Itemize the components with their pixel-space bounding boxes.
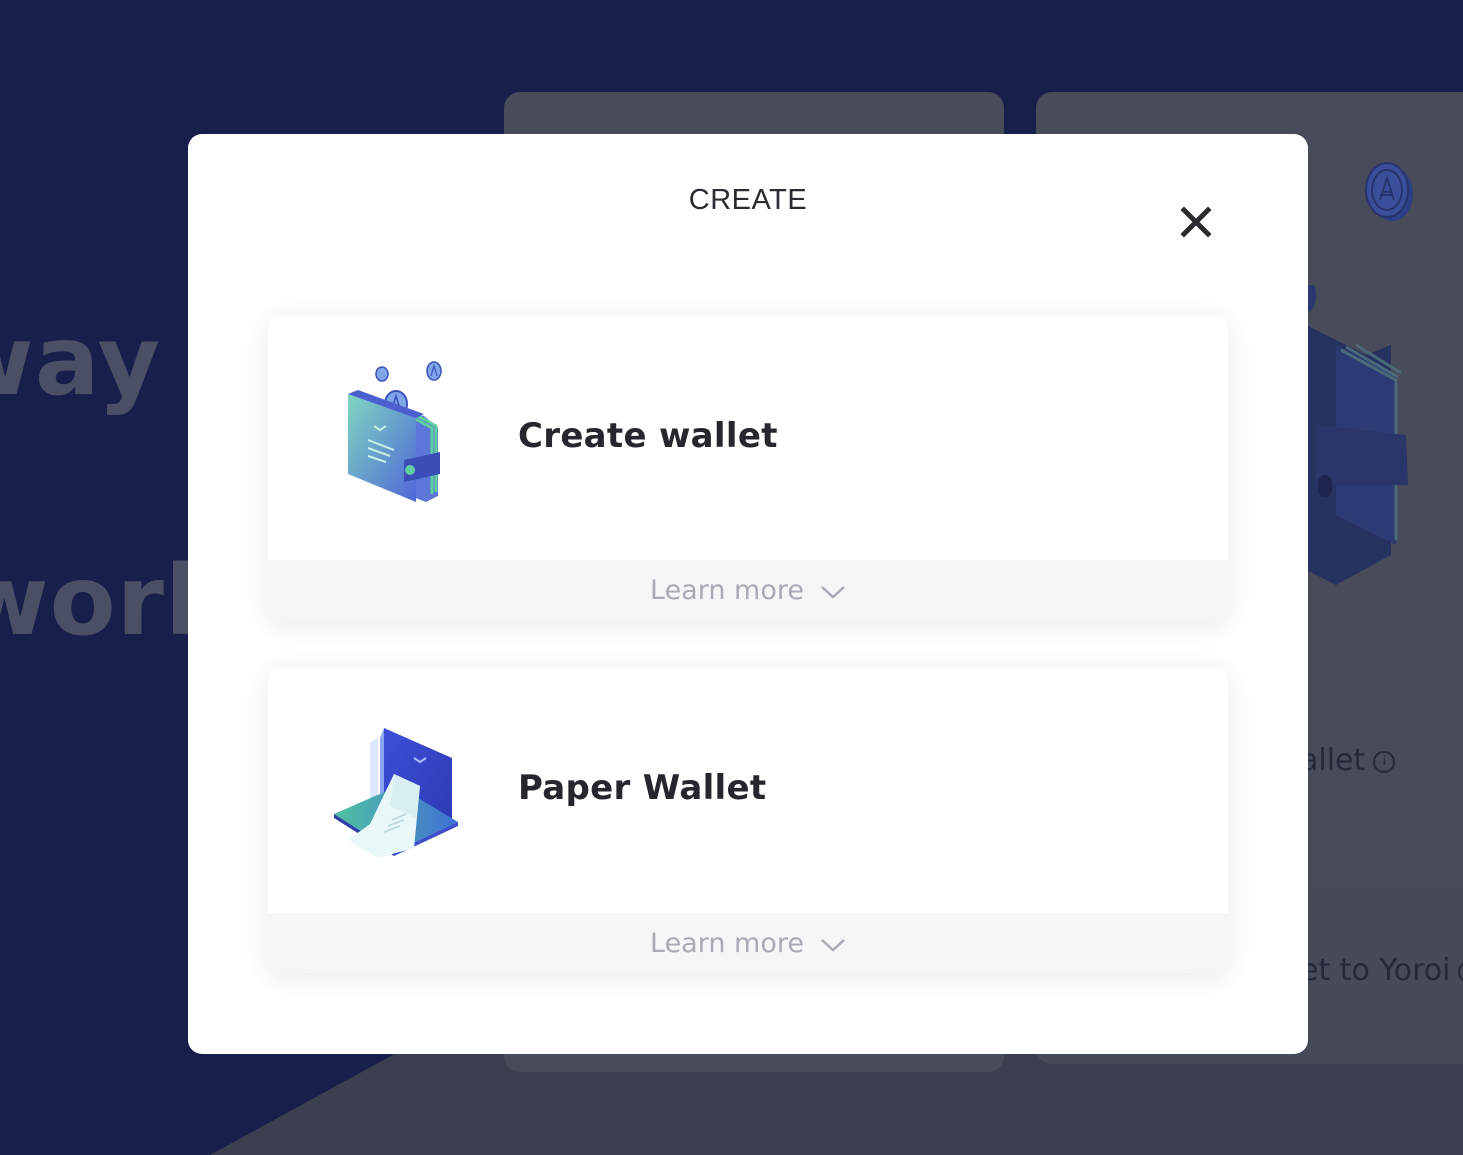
- paper-wallet-icon: [334, 728, 458, 858]
- learn-more-label: Learn more: [650, 927, 804, 959]
- info-icon: i: [1373, 750, 1396, 773]
- background-card-label: et to Yoroi i: [1300, 953, 1463, 988]
- learn-more-toggle[interactable]: Learn more: [268, 560, 1228, 620]
- background-card-label-text: allet: [1300, 743, 1366, 778]
- background-wallet-illustration: [1296, 285, 1408, 585]
- learn-more-label: Learn more: [650, 574, 804, 606]
- background-headline-line1: way: [0, 305, 162, 417]
- create-wallet-option[interactable]: Create wallet Learn more: [268, 316, 1228, 620]
- chevron-down-icon: [821, 586, 845, 599]
- paper-wallet-label: Paper Wallet: [518, 768, 767, 808]
- close-icon[interactable]: [1176, 202, 1216, 242]
- info-icon: i: [1458, 960, 1463, 983]
- ada-coin-icon: [1365, 162, 1413, 221]
- create-wallet-label: Create wallet: [518, 416, 778, 456]
- learn-more-toggle[interactable]: Learn more: [268, 913, 1228, 973]
- background-card-label-text: et to Yoroi: [1300, 953, 1451, 988]
- background-card-label: allet i: [1300, 743, 1396, 778]
- chevron-down-icon: [821, 939, 845, 952]
- paper-wallet-option[interactable]: Paper Wallet Learn more: [268, 668, 1228, 973]
- dialog-title: CREATE: [688, 184, 808, 216]
- wallet-icon: [348, 361, 442, 502]
- create-dialog: CREATE Create wallet Learn more Paper Wa…: [188, 134, 1308, 1054]
